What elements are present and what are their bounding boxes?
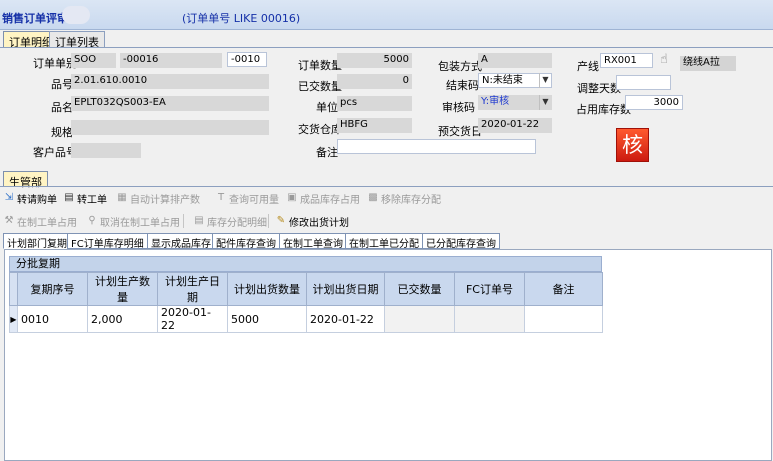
column-header[interactable]: 计划出货日期: [306, 272, 385, 306]
spec-field[interactable]: [71, 120, 269, 135]
cell-ship-qty[interactable]: 5000: [227, 305, 307, 333]
line-field[interactable]: RX001: [600, 53, 653, 68]
toolbar-divider: [268, 214, 269, 228]
detail-icon: ▤: [194, 215, 204, 226]
wip-occupy-button[interactable]: ⚒ 在制工单占用: [3, 213, 77, 229]
pre-delivery-label: 预交货日: [438, 125, 482, 138]
title-bar: [0, 0, 773, 30]
customer-product-field[interactable]: [71, 143, 141, 158]
remark-label: 备注: [316, 146, 338, 159]
doc-transfer-icon: ⇲: [4, 192, 14, 203]
remove-allocation-button[interactable]: ▩ 移除库存分配: [367, 190, 441, 206]
allocation-detail-button[interactable]: ▤ 库存分配明细: [193, 213, 267, 229]
cell-prod-qty[interactable]: 2,000: [87, 305, 158, 333]
order-prefix-field[interactable]: SOO: [71, 53, 116, 68]
subtab-plan-review[interactable]: 计划部门复期: [3, 233, 71, 250]
warehouse-field[interactable]: HBFG: [337, 118, 412, 133]
order-qty-field[interactable]: 5000: [337, 53, 412, 68]
calc-icon: ▦: [117, 192, 127, 203]
order-seq-field[interactable]: -0010: [227, 52, 267, 67]
chevron-down-icon[interactable]: ▼: [539, 73, 551, 88]
column-header[interactable]: 复期序号: [17, 272, 88, 306]
remove-icon: ▩: [368, 192, 378, 203]
subtab-allocated-stock[interactable]: 已分配库存查询: [422, 233, 500, 250]
audit-code-label: 审核码: [442, 101, 475, 114]
product-name-label: 品名: [51, 101, 73, 114]
product-no-field[interactable]: 2.01.610.0010: [71, 74, 269, 89]
delivered-qty-label: 已交数量: [298, 80, 342, 93]
adjust-days-field[interactable]: [616, 75, 671, 90]
chevron-down-icon[interactable]: ▼: [539, 95, 551, 110]
edit-icon: ✎: [276, 215, 286, 226]
wip-icon: ⚒: [4, 215, 14, 226]
cell-seq[interactable]: 0010: [17, 305, 88, 333]
edit-shipping-plan-button[interactable]: ✎ 修改出货计划: [275, 213, 349, 229]
unit-field[interactable]: pcs: [337, 96, 412, 111]
unit-label: 单位: [316, 101, 338, 114]
cell-delivered[interactable]: [384, 305, 455, 333]
package-field[interactable]: A: [478, 53, 552, 68]
workorder-icon: ▤: [64, 192, 74, 203]
audit-button[interactable]: 核: [616, 128, 649, 162]
cell-remark[interactable]: [524, 305, 603, 333]
subtab-fc-stock[interactable]: FC订单库存明细: [67, 233, 148, 250]
adjust-days-label: 调整天数: [577, 82, 621, 95]
close-code-label: 结束码: [446, 79, 479, 92]
cancel-wip-button[interactable]: ⚲ 取消在制工单占用: [86, 213, 180, 229]
auto-calc-button[interactable]: ▦ 自动计算排产数: [116, 190, 200, 206]
stock-used-label: 占用库存数: [576, 103, 631, 116]
transfer-workorder-button[interactable]: ▤ 转工单: [63, 190, 107, 206]
stock-occupy-button[interactable]: ▣ 成品库存占用: [286, 190, 360, 206]
table-row[interactable]: ▶ 0010 2,000 2020-01-22 5000 2020-01-22: [9, 305, 603, 333]
pre-delivery-field[interactable]: 2020-01-22: [478, 118, 552, 133]
remark-field[interactable]: [337, 139, 536, 154]
section-divider: [0, 186, 773, 187]
tab-underline: [0, 47, 773, 48]
tab-production-dept[interactable]: 生管部: [3, 171, 48, 189]
subtab-parts-stock[interactable]: 配件库存查询: [212, 233, 280, 250]
transfer-purchase-button[interactable]: ⇲ 转请购单: [3, 190, 57, 206]
delivered-qty-field[interactable]: 0: [337, 74, 412, 89]
toolbar-divider: [183, 214, 184, 228]
column-header[interactable]: 计划生产日期: [157, 272, 228, 306]
column-header[interactable]: 备注: [524, 272, 603, 306]
column-header[interactable]: 计划出货数量: [227, 272, 307, 306]
cancel-icon: ⚲: [88, 215, 96, 226]
column-header[interactable]: FC订单号: [454, 272, 525, 306]
row-header-corner: [9, 272, 18, 306]
stock-used-field[interactable]: 3000: [625, 95, 683, 110]
tab-order-list[interactable]: 订单列表: [49, 31, 105, 49]
stock-icon: ▣: [287, 192, 297, 203]
cell-prod-date[interactable]: 2020-01-22: [157, 305, 228, 333]
line-label: 产线: [577, 60, 599, 73]
redacted-blob: [62, 6, 90, 24]
column-header[interactable]: 已交数量: [384, 272, 455, 306]
order-no-field[interactable]: -00016: [120, 53, 222, 68]
window-subtitle: (订单单号 LIKE 00016): [182, 12, 301, 25]
spec-label: 规格: [51, 126, 73, 139]
cell-ship-date[interactable]: 2020-01-22: [306, 305, 385, 333]
line-name-field: 绕线A拉: [680, 56, 736, 71]
product-name-field[interactable]: EPLT032QS003-EA: [71, 96, 269, 111]
subtab-wip-allocated[interactable]: 在制工单已分配: [345, 233, 423, 250]
cell-fc-no[interactable]: [454, 305, 525, 333]
query-icon: T: [217, 192, 225, 203]
column-header[interactable]: 计划生产数量: [87, 272, 158, 306]
row-pointer-icon: ▶: [9, 305, 18, 333]
subtab-finished-stock[interactable]: 显示成品库存: [147, 233, 215, 250]
review-grid[interactable]: 复期序号 计划生产数量 计划生产日期 计划出货数量 计划出货日期 已交数量 FC…: [9, 272, 603, 333]
query-available-button[interactable]: T 查询可用量: [215, 190, 279, 206]
grid-title: 分批复期: [9, 256, 602, 272]
product-no-label: 品号: [51, 78, 73, 91]
package-label: 包装方式: [438, 60, 482, 73]
order-qty-label: 订单数量: [298, 59, 342, 72]
warehouse-label: 交货仓库: [298, 123, 342, 136]
subtab-wip-query[interactable]: 在制工单查询: [279, 233, 347, 250]
hand-pointer-icon[interactable]: ☝: [660, 52, 668, 67]
